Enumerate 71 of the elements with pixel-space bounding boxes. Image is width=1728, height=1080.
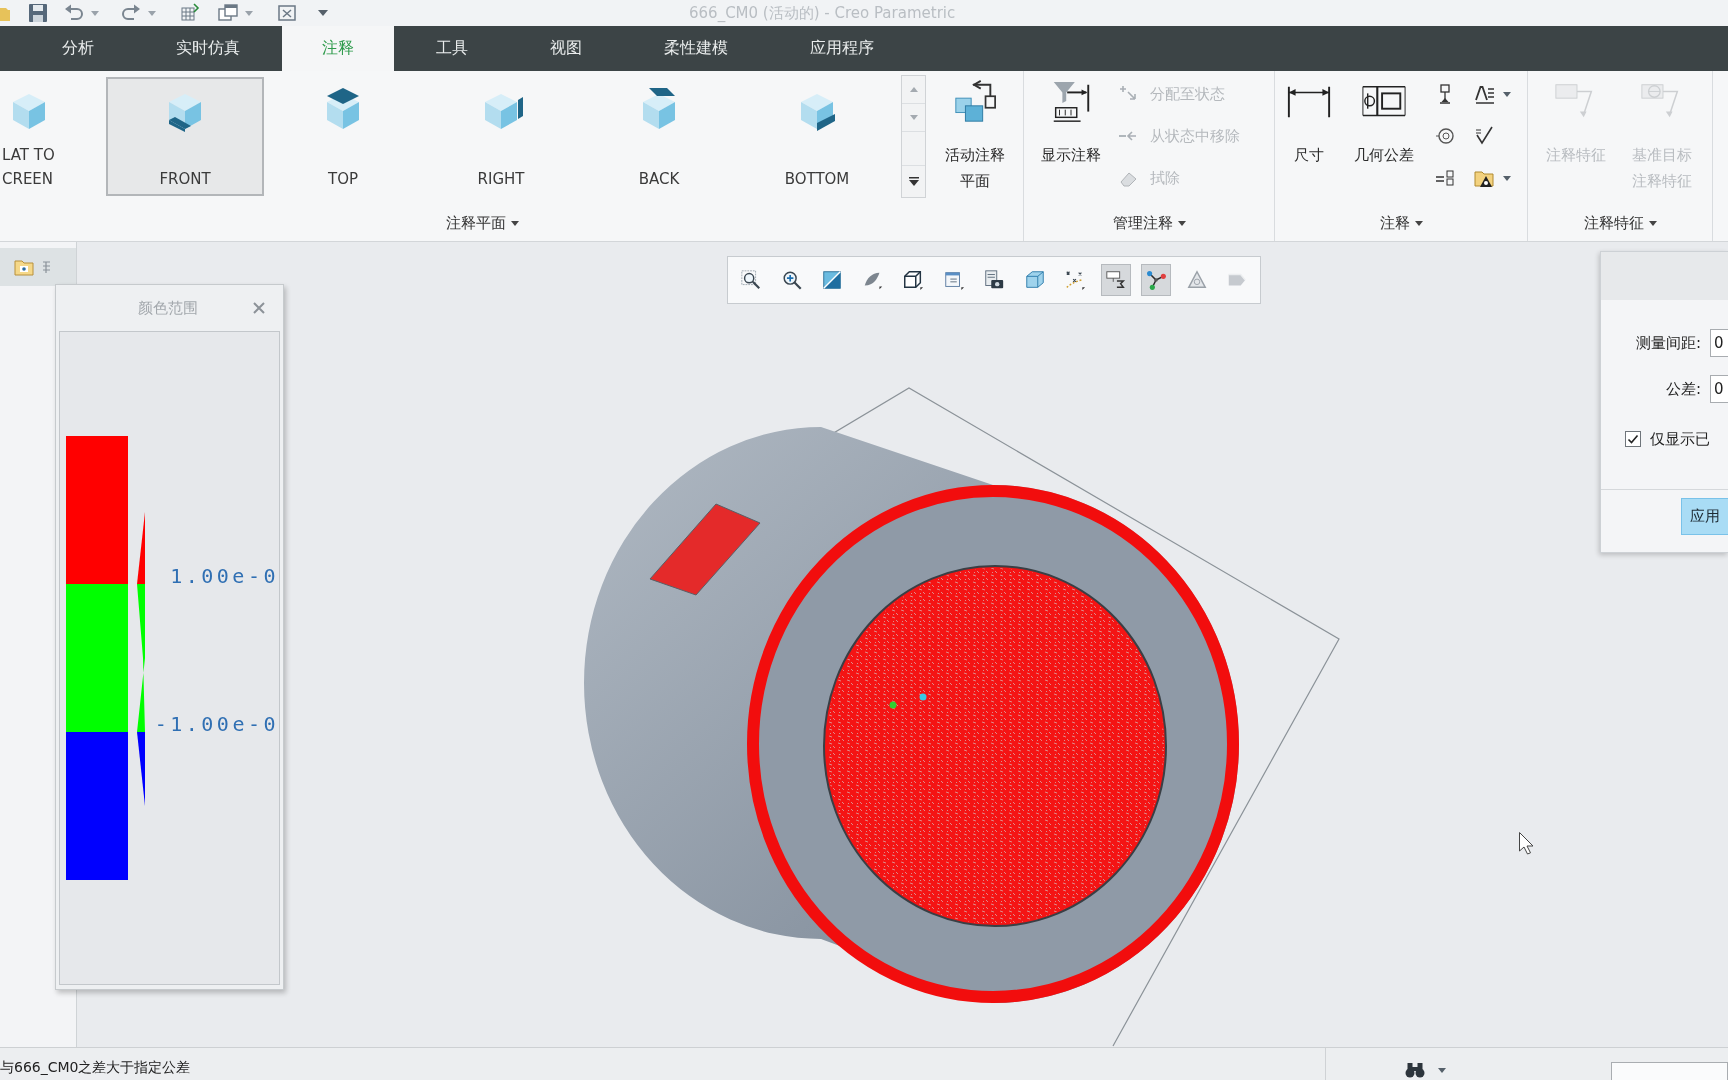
camera-icon xyxy=(983,269,1005,291)
view-gallery-item[interactable]: BOTTOM xyxy=(738,77,896,196)
ribbon-button[interactable]: 活动注释平面 xyxy=(937,71,1012,194)
caret-icon[interactable] xyxy=(1438,1068,1446,1073)
windows-icon[interactable] xyxy=(218,3,238,23)
field-label: 测量间距: xyxy=(1635,333,1701,353)
view-gallery-item[interactable]: TOP xyxy=(264,77,422,196)
apply-button[interactable]: 应用 xyxy=(1681,498,1728,535)
toolbar-button[interactable] xyxy=(1100,264,1131,296)
diagonal-square-icon xyxy=(821,269,843,291)
folder-icon[interactable] xyxy=(14,258,34,276)
ribbon-button[interactable]: 尺寸 xyxy=(1281,71,1337,168)
triangle-icon xyxy=(1185,269,1208,291)
group-menu-button[interactable]: 注释特征 xyxy=(1581,214,1659,233)
label-box-icon xyxy=(1104,269,1127,291)
circle-symbol-icon[interactable] xyxy=(1435,126,1455,146)
undo-icon[interactable] xyxy=(64,3,84,23)
point-marker-icon xyxy=(889,701,897,709)
window-icon xyxy=(942,269,965,291)
ribbon-tab[interactable]: 视图 xyxy=(510,26,622,71)
ribbon-tab[interactable]: 工具 xyxy=(396,26,508,71)
caret-icon[interactable] xyxy=(318,10,328,16)
binoculars-icon[interactable] xyxy=(1404,1060,1426,1078)
mouse-pointer-icon xyxy=(1519,832,1534,855)
stacked-lines-icon[interactable] xyxy=(1435,168,1455,188)
group-menu-button[interactable]: 注释平面 xyxy=(444,214,521,233)
view-gallery-item[interactable]: LAT TO CREEN xyxy=(0,77,106,196)
filter-field[interactable] xyxy=(1611,1062,1728,1080)
ribbon-button[interactable]: 几何公差 xyxy=(1344,71,1424,168)
group-menu-button[interactable]: 管理注释 xyxy=(1110,214,1188,233)
caret-icon xyxy=(1414,221,1423,226)
ribbon-tab[interactable]: 应用程序 xyxy=(770,26,914,71)
ribbon-tab[interactable]: 柔性建模 xyxy=(624,26,768,71)
checkbox[interactable] xyxy=(1625,431,1641,447)
caret-down-icon xyxy=(909,115,918,120)
expand-caret-icon xyxy=(908,177,919,186)
caret-up-icon xyxy=(909,87,918,92)
caret-icon xyxy=(1648,221,1657,226)
wireframe-cube-icon xyxy=(1023,269,1046,291)
surface-finish-icon[interactable] xyxy=(1474,126,1494,146)
regenerate-icon[interactable] xyxy=(180,3,200,23)
ribbon-tab[interactable]: 实时仿真 xyxy=(136,26,280,71)
dialog-title: 颜色范围 xyxy=(138,298,198,318)
status-message: 与666_CM0之差大于指定公差 xyxy=(0,1058,191,1076)
close-window-icon[interactable] xyxy=(278,4,296,22)
point-marker-icon xyxy=(919,693,927,701)
cube-icon xyxy=(902,269,924,291)
view-gallery-item[interactable]: RIGHT xyxy=(422,77,580,196)
scatter-points-icon xyxy=(1064,269,1086,291)
caret-icon xyxy=(511,221,519,226)
scale-label: -1.00e-0 xyxy=(154,712,279,736)
save-icon[interactable] xyxy=(28,3,48,23)
close-icon[interactable] xyxy=(253,302,265,314)
field-label: 公差: xyxy=(1665,379,1701,399)
magnifier-icon xyxy=(740,269,762,291)
ribbon-button[interactable]: 显示注释 xyxy=(1031,71,1111,168)
ribbon-tab[interactable]: 分析 xyxy=(22,26,134,71)
group-menu-button[interactable]: 注释 xyxy=(1377,214,1425,233)
scale-label: 1.00e-0 xyxy=(170,564,279,588)
redo-icon[interactable] xyxy=(121,3,141,23)
note-lines-icon[interactable] xyxy=(1474,84,1494,104)
view-gallery-item[interactable]: FRONT xyxy=(106,77,264,196)
view-gallery-item[interactable]: BACK xyxy=(580,77,738,196)
node-graph-icon xyxy=(1145,269,1167,291)
checkbox-label: 仅显示已 xyxy=(1650,429,1710,449)
text-field[interactable]: 0 xyxy=(1710,329,1728,357)
caret-icon[interactable] xyxy=(1503,91,1511,97)
caret-icon[interactable] xyxy=(1503,175,1511,181)
text-field[interactable]: 0 xyxy=(1710,375,1728,403)
caret-icon xyxy=(1177,221,1186,226)
folder-warning-icon[interactable] xyxy=(1474,168,1494,188)
